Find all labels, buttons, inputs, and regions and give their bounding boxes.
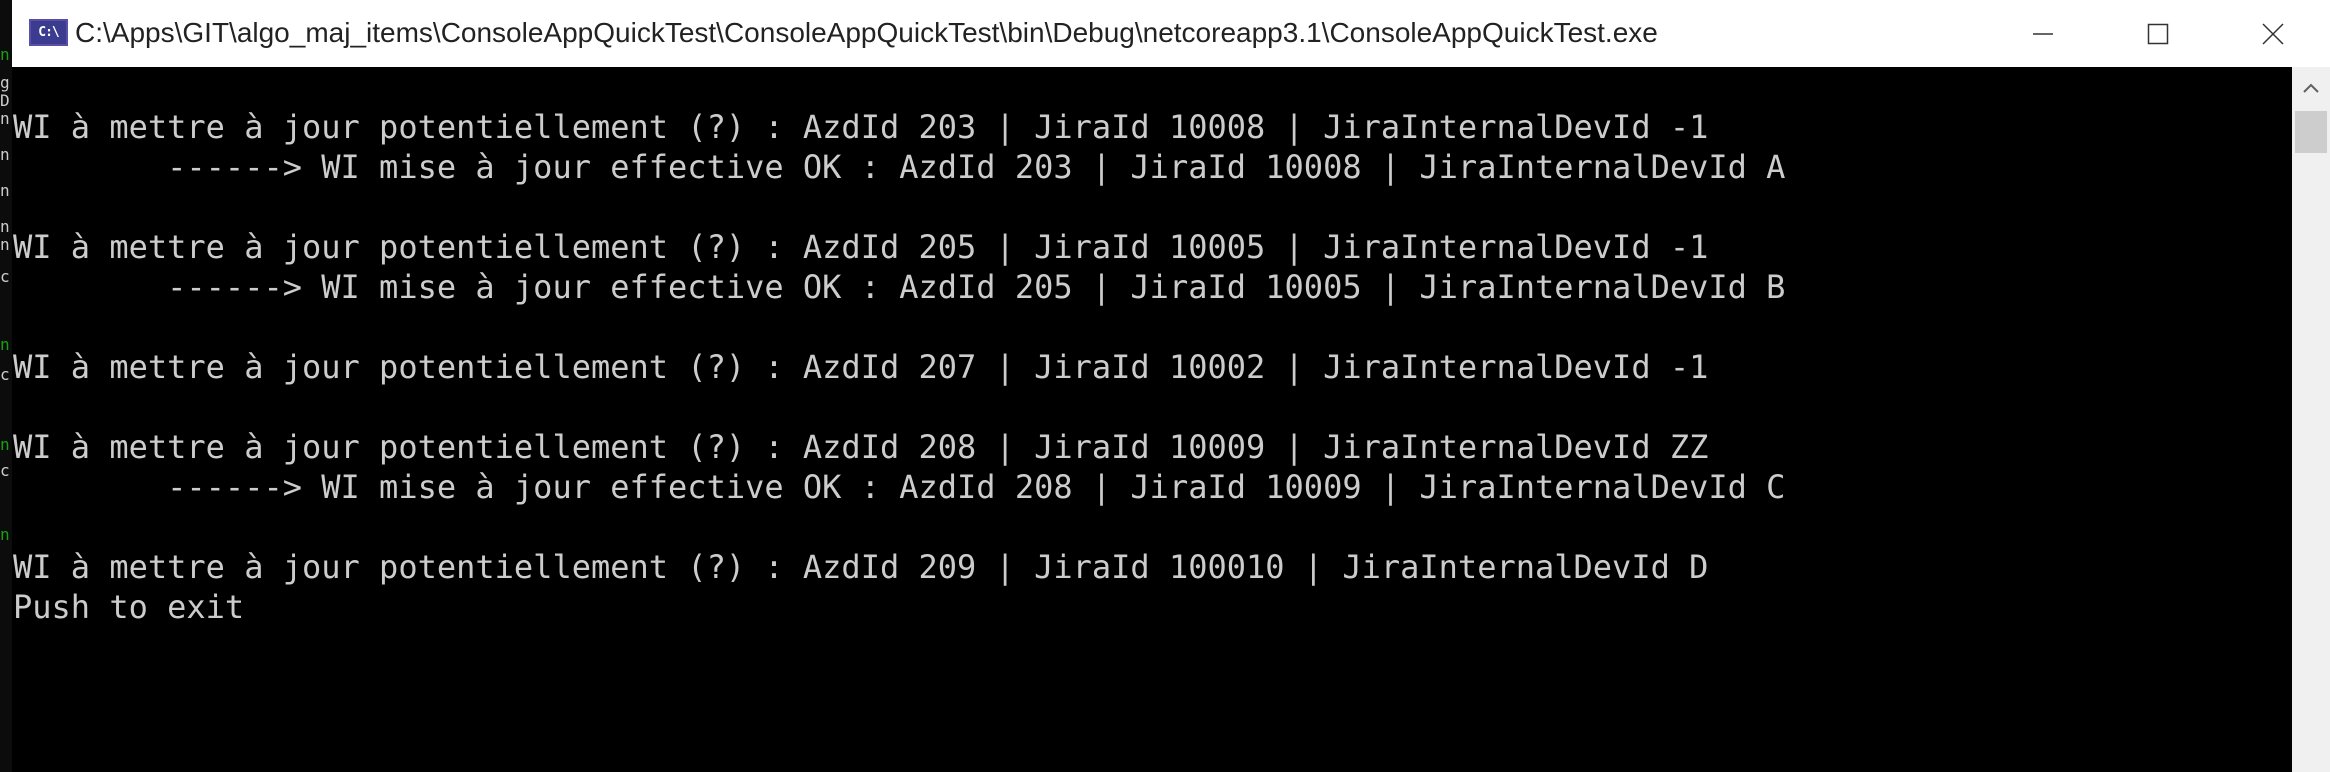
title-bar[interactable]: C:\ C:\Apps\GIT\algo_maj_items\ConsoleAp… xyxy=(0,0,2330,67)
chevron-up-icon xyxy=(2303,83,2319,93)
console-line: ------> WI mise à jour effective OK : Az… xyxy=(13,268,1786,306)
scroll-up-button[interactable] xyxy=(2292,67,2330,109)
window-title: C:\Apps\GIT\algo_maj_items\ConsoleAppQui… xyxy=(75,17,1658,48)
console-line: WI à mettre à jour potentiellement (?) :… xyxy=(13,548,1709,586)
console-line: WI à mettre à jour potentiellement (?) :… xyxy=(13,428,1709,466)
minimize-button[interactable] xyxy=(1985,0,2100,67)
console-output-area[interactable]: WI à mettre à jour potentiellement (?) :… xyxy=(0,67,2292,772)
maximize-icon xyxy=(2147,23,2168,44)
console-line: Push to exit xyxy=(13,588,245,626)
console-line: ------> WI mise à jour effective OK : Az… xyxy=(13,148,1786,186)
console-app-icon[interactable]: C:\ xyxy=(29,19,68,46)
vertical-scrollbar[interactable] xyxy=(2292,67,2330,772)
console-line: WI à mettre à jour potentiellement (?) :… xyxy=(13,108,1709,146)
close-icon xyxy=(2261,22,2284,45)
background-window-edge: n g D n n n n n c n c n c n xyxy=(0,0,12,772)
console-line: WI à mettre à jour potentiellement (?) :… xyxy=(13,228,1709,266)
console-line: WI à mettre à jour potentiellement (?) :… xyxy=(13,348,1709,386)
console-line: ------> WI mise à jour effective OK : Az… xyxy=(13,468,1786,506)
close-button[interactable] xyxy=(2215,0,2330,67)
console-output: WI à mettre à jour potentiellement (?) :… xyxy=(13,107,1785,627)
console-window: C:\ C:\Apps\GIT\algo_maj_items\ConsoleAp… xyxy=(0,0,2330,772)
minimize-icon xyxy=(2032,32,2053,35)
maximize-button[interactable] xyxy=(2100,0,2215,67)
scroll-thumb[interactable] xyxy=(2295,111,2327,153)
